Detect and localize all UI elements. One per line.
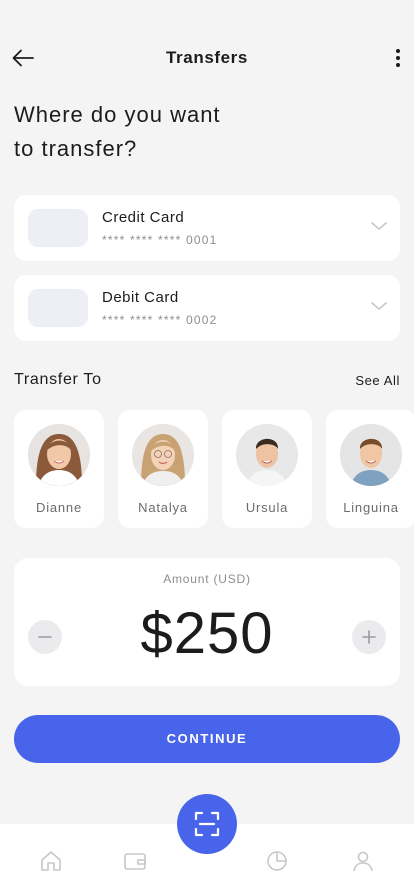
nav-wallet[interactable] xyxy=(122,848,148,874)
contact-name: Dianne xyxy=(36,500,82,515)
card-name: Credit Card xyxy=(102,209,185,226)
contact-item[interactable]: Natalya xyxy=(118,410,208,528)
card-select-credit[interactable]: Credit Card **** **** **** 0001 xyxy=(14,195,400,261)
scan-button[interactable] xyxy=(177,794,237,854)
amount-label: Amount (USD) xyxy=(163,572,251,586)
continue-button[interactable]: CONTINUE xyxy=(14,715,400,763)
transfers-screen: Transfers Where do you want to transfer?… xyxy=(0,0,414,896)
card-thumbnail xyxy=(28,209,88,247)
scan-icon xyxy=(194,811,220,837)
card-number: **** **** **** 0001 xyxy=(102,233,218,247)
amount-card: Amount (USD) $250 xyxy=(14,558,400,686)
chart-pie-icon xyxy=(267,851,287,871)
question-line-2: to transfer? xyxy=(14,136,138,161)
avatar xyxy=(28,424,90,486)
contact-name: Linguina xyxy=(343,500,399,515)
user-icon xyxy=(353,851,373,872)
more-vertical-icon xyxy=(396,49,400,67)
contacts-list: Dianne Natalya Ursula Linguina xyxy=(14,410,414,528)
card-number: **** **** **** 0002 xyxy=(102,313,218,327)
nav-home[interactable] xyxy=(38,848,64,874)
top-bar: Transfers xyxy=(0,40,414,76)
avatar xyxy=(340,424,402,486)
card-name: Debit Card xyxy=(102,289,179,306)
card-thumbnail xyxy=(28,289,88,327)
contact-item[interactable]: Dianne xyxy=(14,410,104,528)
contact-name: Ursula xyxy=(245,500,289,515)
plus-icon xyxy=(362,630,376,644)
contact-item[interactable]: Linguina xyxy=(326,410,414,528)
avatar xyxy=(132,424,194,486)
see-all-link[interactable]: See All xyxy=(355,373,400,388)
chevron-down-icon xyxy=(371,302,387,310)
nav-profile[interactable] xyxy=(350,848,376,874)
card-select-debit[interactable]: Debit Card **** **** **** 0002 xyxy=(14,275,400,341)
contact-item[interactable]: Ursula xyxy=(222,410,312,528)
increase-amount-button[interactable] xyxy=(352,620,386,654)
nav-stats[interactable] xyxy=(264,848,290,874)
section-title-transfer-to: Transfer To xyxy=(14,371,102,388)
amount-value[interactable]: $250 xyxy=(14,600,400,667)
home-icon xyxy=(41,851,61,871)
contact-name: Natalya xyxy=(138,500,188,515)
chevron-down-icon xyxy=(371,222,387,230)
more-options-button[interactable] xyxy=(392,46,404,70)
question-line-1: Where do you want xyxy=(14,102,221,127)
avatar xyxy=(236,424,298,486)
page-title: Transfers xyxy=(166,48,248,67)
transfer-question: Where do you want to transfer? xyxy=(14,98,314,166)
wallet-icon xyxy=(124,853,146,870)
